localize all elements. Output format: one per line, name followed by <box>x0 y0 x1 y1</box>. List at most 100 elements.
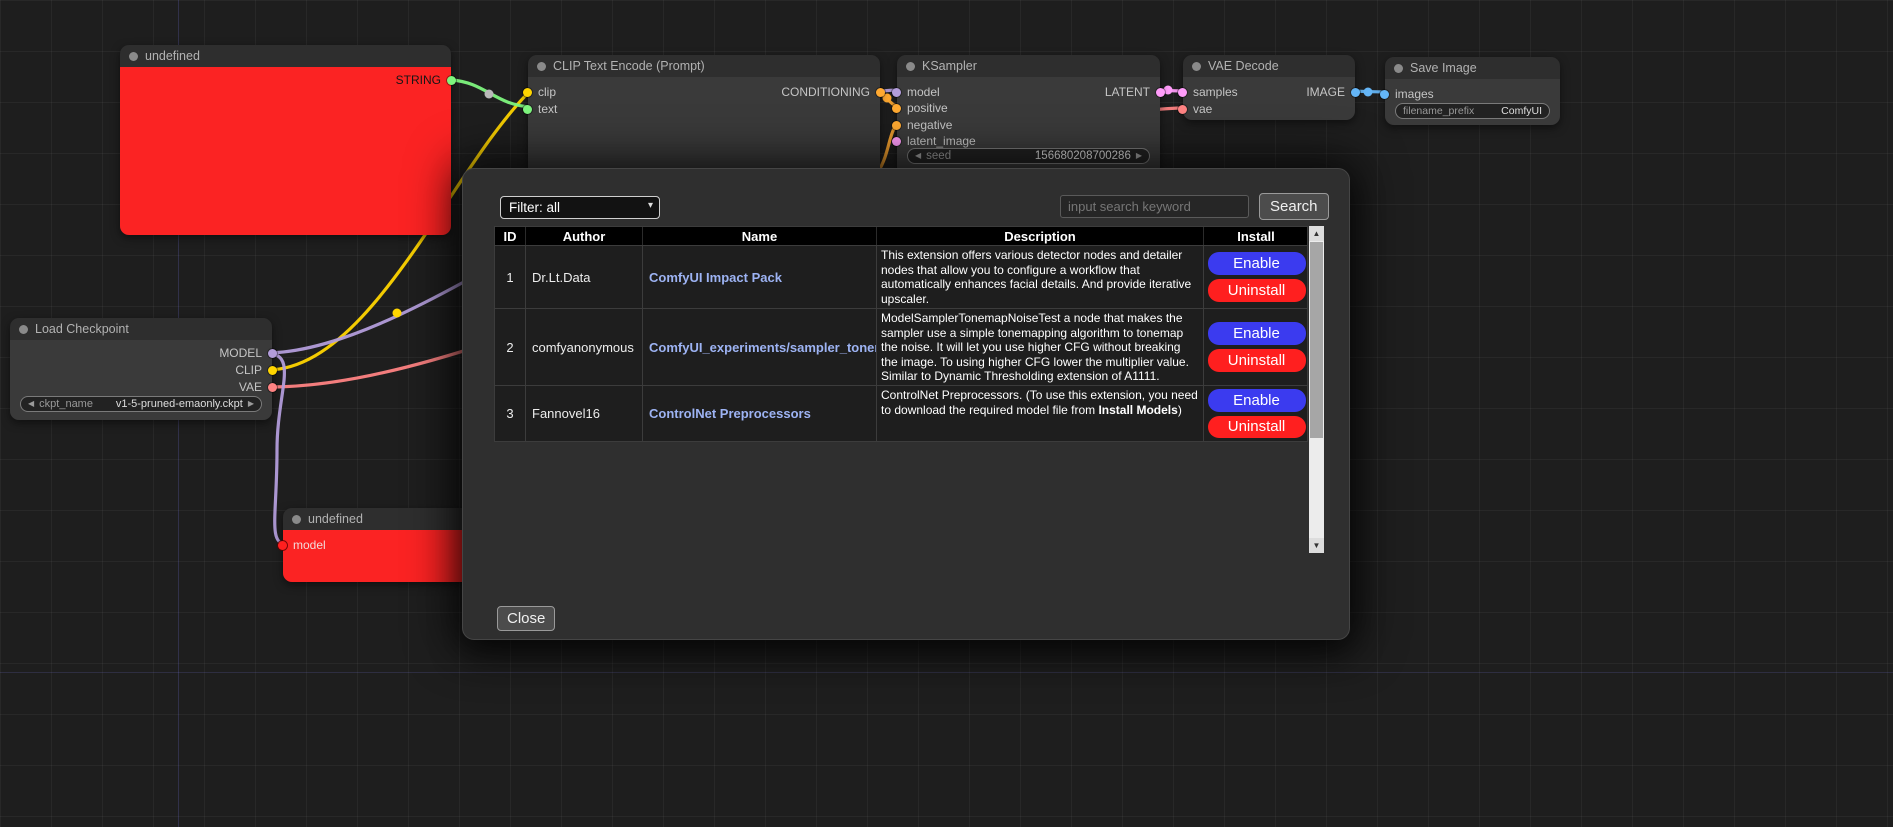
output-slot-string[interactable]: STRING <box>396 73 456 87</box>
header-install: Install <box>1204 227 1309 245</box>
slot-dot[interactable] <box>892 137 901 146</box>
output-slot-vae[interactable]: VAE <box>239 380 277 394</box>
node-undefined-top[interactable]: undefined STRING <box>120 45 451 235</box>
table-row: 3 Fannovel16 ControlNet Preprocessors Co… <box>495 386 1307 442</box>
collapse-dot-icon[interactable] <box>1192 62 1201 71</box>
ckpt-name-widget[interactable]: ◀ ckpt_name v1-5-pruned-emaonly.ckpt ▶ <box>20 396 262 412</box>
collapse-dot-icon[interactable] <box>292 515 301 524</box>
slot-dot[interactable] <box>892 104 901 113</box>
filter-select[interactable]: Filter: all <box>500 196 660 219</box>
slot-dot[interactable] <box>1178 88 1187 97</box>
slot-dot[interactable] <box>1380 90 1389 99</box>
enable-button[interactable]: Enable <box>1208 389 1306 412</box>
link-midpoint-dot <box>1364 88 1373 97</box>
node-titlebar[interactable]: CLIP Text Encode (Prompt) <box>528 55 880 77</box>
slot-dot[interactable] <box>1156 88 1165 97</box>
row-id: 1 <box>495 246 526 308</box>
slot-dot[interactable] <box>278 541 287 550</box>
collapse-dot-icon[interactable] <box>19 325 28 334</box>
search-input[interactable] <box>1060 195 1249 218</box>
extension-name-link[interactable]: ComfyUI Impact Pack <box>649 270 782 285</box>
decrement-arrow-icon[interactable]: ◀ <box>915 152 921 160</box>
filename-prefix-widget[interactable]: filename_prefix ComfyUI <box>1395 103 1550 119</box>
node-load-checkpoint[interactable]: Load Checkpoint MODEL CLIP VAE ◀ ckpt_na… <box>10 318 272 420</box>
input-slot-vae[interactable]: vae <box>1178 102 1212 116</box>
node-vae-decode[interactable]: VAE Decode samples vae IMAGE <box>1183 55 1355 120</box>
slot-label: VAE <box>239 380 262 394</box>
custom-nodes-manager-dialog: Filter: all ▾ Search ID Author Name Desc… <box>462 168 1350 640</box>
node-title: VAE Decode <box>1208 59 1279 73</box>
extension-name-link[interactable]: ComfyUI_experiments/sampler_tonemap <box>649 340 877 355</box>
row-description: ModelSamplerTonemapNoiseTest a node that… <box>877 309 1204 385</box>
collapse-dot-icon[interactable] <box>537 62 546 71</box>
extension-name-link[interactable]: ControlNet Preprocessors <box>649 406 811 421</box>
output-slot-model[interactable]: MODEL <box>219 346 277 360</box>
table-scrollbar[interactable]: ▲ ▼ <box>1309 226 1324 553</box>
decrement-arrow-icon[interactable]: ◀ <box>28 400 34 408</box>
slot-dot[interactable] <box>892 121 901 130</box>
input-slot-negative[interactable]: negative <box>892 118 952 132</box>
slot-dot[interactable] <box>1351 88 1360 97</box>
uninstall-button[interactable]: Uninstall <box>1208 279 1306 302</box>
node-titlebar[interactable]: Load Checkpoint <box>10 318 272 340</box>
node-title: Load Checkpoint <box>35 322 129 336</box>
uninstall-button[interactable]: Uninstall <box>1208 349 1306 372</box>
input-slot-samples[interactable]: samples <box>1178 85 1238 99</box>
node-save-image[interactable]: Save Image images filename_prefix ComfyU… <box>1385 57 1560 125</box>
header-name: Name <box>643 227 877 245</box>
input-slot-clip[interactable]: clip <box>523 85 556 99</box>
slot-dot[interactable] <box>268 349 277 358</box>
node-titlebar[interactable]: VAE Decode <box>1183 55 1355 77</box>
input-slot-model[interactable]: model <box>892 85 940 99</box>
slot-dot[interactable] <box>1178 105 1187 114</box>
slot-dot[interactable] <box>268 383 277 392</box>
extensions-table-body: ID Author Name Description Install 1 Dr.… <box>494 226 1308 442</box>
enable-button[interactable]: Enable <box>1208 252 1306 275</box>
input-slot-positive[interactable]: positive <box>892 101 948 115</box>
widget-label: ckpt_name <box>39 398 93 410</box>
slot-dot[interactable] <box>523 88 532 97</box>
scroll-up-icon[interactable]: ▲ <box>1309 226 1324 241</box>
collapse-dot-icon[interactable] <box>1394 64 1403 73</box>
close-button[interactable]: Close <box>497 606 555 631</box>
increment-arrow-icon[interactable]: ▶ <box>248 400 254 408</box>
enable-button[interactable]: Enable <box>1208 322 1306 345</box>
output-slot-conditioning[interactable]: CONDITIONING <box>781 85 885 99</box>
input-slot-images[interactable]: images <box>1380 87 1434 101</box>
row-author: Fannovel16 <box>526 386 643 441</box>
search-button[interactable]: Search <box>1259 193 1329 220</box>
slot-label: vae <box>1193 102 1212 116</box>
node-graph-canvas[interactable]: undefined STRING CLIP Text Encode (Promp… <box>0 0 1893 827</box>
slot-dot[interactable] <box>876 88 885 97</box>
input-slot-model[interactable]: model <box>278 538 326 552</box>
uninstall-button[interactable]: Uninstall <box>1208 416 1306 439</box>
node-titlebar[interactable]: Save Image <box>1385 57 1560 79</box>
scroll-down-icon[interactable]: ▼ <box>1309 538 1324 553</box>
collapse-dot-icon[interactable] <box>906 62 915 71</box>
output-slot-clip[interactable]: CLIP <box>235 363 277 377</box>
row-author: Dr.Lt.Data <box>526 246 643 308</box>
input-slot-text[interactable]: text <box>523 102 557 116</box>
grid-origin-horizontal-line <box>0 672 1893 673</box>
collapse-dot-icon[interactable] <box>129 52 138 61</box>
slot-dot[interactable] <box>447 76 456 85</box>
row-description: ControlNet Preprocessors. (To use this e… <box>877 386 1204 441</box>
slot-dot[interactable] <box>892 88 901 97</box>
node-body: images filename_prefix ComfyUI <box>1385 79 1560 125</box>
slot-label: STRING <box>396 73 441 87</box>
filter-select-wrap: Filter: all ▾ <box>500 196 660 219</box>
node-titlebar[interactable]: undefined <box>120 45 451 67</box>
slot-dot[interactable] <box>268 366 277 375</box>
link-midpoint-dot <box>485 90 494 99</box>
slot-dot[interactable] <box>523 105 532 114</box>
output-slot-latent[interactable]: LATENT <box>1105 85 1165 99</box>
widget-label: seed <box>926 150 951 162</box>
input-slot-latent-image[interactable]: latent_image <box>892 134 976 148</box>
output-slot-image[interactable]: IMAGE <box>1306 85 1360 99</box>
slot-label: model <box>907 85 940 99</box>
increment-arrow-icon[interactable]: ▶ <box>1136 152 1142 160</box>
seed-widget[interactable]: ◀ seed 156680208700286 ▶ <box>907 148 1150 164</box>
scrollbar-thumb[interactable] <box>1310 242 1323 438</box>
node-titlebar[interactable]: KSampler <box>897 55 1160 77</box>
slot-label: clip <box>538 85 556 99</box>
